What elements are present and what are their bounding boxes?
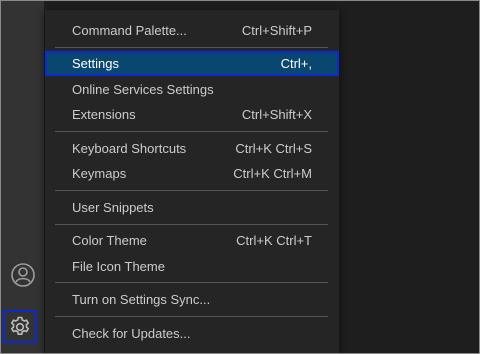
gear-icon: [10, 316, 30, 335]
menu-item-label: Online Services Settings: [72, 82, 214, 97]
menu-item-label: Turn on Settings Sync...: [72, 292, 211, 307]
accounts-icon: [10, 263, 35, 287]
menu-separator: [55, 47, 328, 48]
menu-item-settings[interactable]: Settings Ctrl+,: [45, 51, 339, 76]
menu-item-shortcut: Ctrl+K Ctrl+S: [235, 141, 312, 156]
menu-item-label: Settings: [72, 56, 119, 71]
menu-item-color-theme[interactable]: Color Theme Ctrl+K Ctrl+T: [45, 229, 339, 253]
menu-item-online-services-settings[interactable]: Online Services Settings: [45, 78, 339, 102]
menu-item-keymaps[interactable]: Keymaps Ctrl+K Ctrl+M: [45, 162, 339, 186]
window-frame: Command Palette... Ctrl+Shift+P Settings…: [0, 0, 480, 354]
menu-item-file-icon-theme[interactable]: File Icon Theme: [45, 255, 339, 279]
activity-bar: [1, 1, 44, 353]
menu-item-shortcut: Ctrl+Shift+X: [241, 107, 312, 122]
menu-item-label: Keyboard Shortcuts: [72, 141, 187, 156]
menu-item-label: Color Theme: [72, 233, 147, 248]
menu-item-label: File Icon Theme: [72, 259, 165, 274]
menu-item-command-palette[interactable]: Command Palette... Ctrl+Shift+P: [45, 19, 339, 43]
menu-item-extensions[interactable]: Extensions Ctrl+Shift+X: [45, 103, 339, 127]
menu-item-keyboard-shortcuts[interactable]: Keyboard Shortcuts Ctrl+K Ctrl+S: [45, 137, 339, 161]
manage-context-menu: Command Palette... Ctrl+Shift+P Settings…: [45, 10, 339, 353]
menu-separator: [55, 131, 328, 132]
menu-item-label: Check for Updates...: [72, 326, 191, 341]
menu-item-shortcut: Ctrl+K Ctrl+T: [236, 233, 312, 248]
menu-separator: [55, 224, 328, 225]
manage-button[interactable]: [3, 310, 37, 343]
menu-item-label: Keymaps: [72, 166, 127, 181]
menu-item-shortcut: Ctrl+,: [280, 56, 312, 71]
menu-separator: [55, 282, 328, 283]
menu-item-shortcut: Ctrl+K Ctrl+M: [233, 166, 312, 181]
menu-separator: [55, 316, 328, 317]
menu-separator: [55, 190, 328, 191]
menu-item-check-for-updates[interactable]: Check for Updates...: [45, 322, 339, 346]
menu-item-label: User Snippets: [72, 200, 154, 215]
accounts-button[interactable]: [1, 258, 44, 292]
menu-item-label: Extensions: [72, 107, 136, 122]
menu-item-shortcut: Ctrl+Shift+P: [241, 23, 312, 38]
menu-item-user-snippets[interactable]: User Snippets: [45, 196, 339, 220]
menu-item-settings-sync[interactable]: Turn on Settings Sync...: [45, 288, 339, 312]
menu-item-label: Command Palette...: [72, 23, 187, 38]
